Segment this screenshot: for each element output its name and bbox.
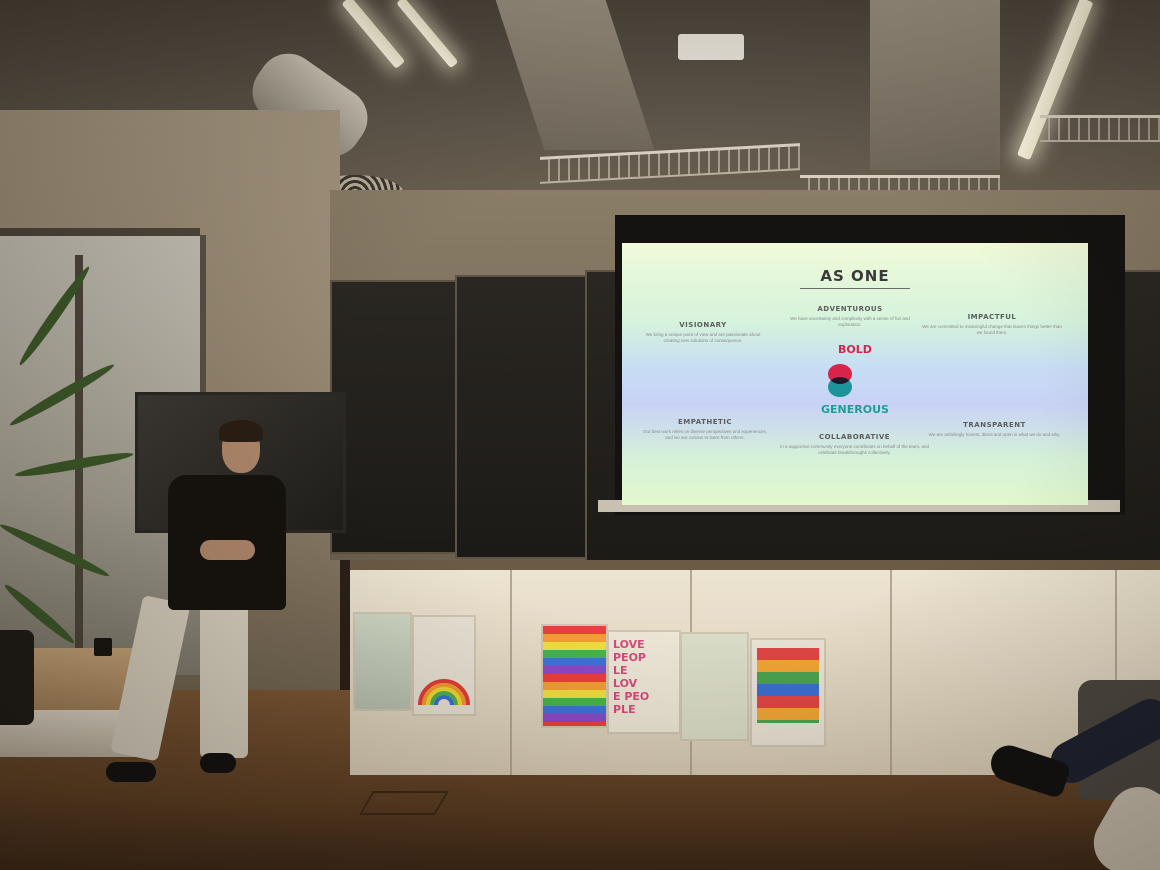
poster-line: PEOP [613, 651, 646, 664]
value-transparent: TRANSPARENT We are unfailingly honest, d… [927, 421, 1062, 438]
rainbow-icon [418, 679, 470, 706]
rainbow-stripes-poster [541, 624, 608, 728]
presenter-hands [200, 540, 255, 560]
venn-logo-bottom [828, 377, 852, 397]
projector [678, 34, 744, 60]
ceiling-beam [870, 0, 1000, 170]
cable-tray [1040, 115, 1160, 142]
love-people-poster: LOVE PEOP LE LOV E PEO PLE [607, 630, 681, 734]
value-heading: TRANSPARENT [963, 421, 1026, 429]
value-description: In a supportive community everyone contr… [779, 444, 930, 455]
value-adventurous: ADVENTUROUS We have uncertainty and comp… [780, 305, 920, 328]
presenter-shoe [200, 753, 236, 773]
poster [680, 632, 749, 741]
poster [750, 638, 826, 747]
slide-title: AS ONE [820, 267, 890, 285]
presenter-hair [219, 420, 263, 442]
coffee-mug [94, 638, 112, 656]
poster-line: LOVE [613, 638, 645, 651]
poster-line: LE [613, 664, 628, 677]
title-underline [800, 288, 910, 289]
poster [353, 612, 412, 711]
value-visionary: VISIONARY We bring a unique point of vie… [638, 321, 768, 344]
value-heading: VISIONARY [679, 321, 727, 329]
value-heading: EMPATHETIC [677, 418, 733, 426]
value-description: We have uncertainty and complexity with … [790, 316, 910, 327]
poster-line: E PEO [613, 690, 650, 703]
value-heading: ADVENTUROUS [817, 305, 883, 313]
presentation-slide: AS ONE VISIONARY We bring a unique point… [622, 243, 1088, 505]
stripes-graphic [757, 648, 819, 723]
floor-hatch [359, 791, 449, 815]
value-heading: COLLABORATIVE [818, 433, 891, 441]
bold-label: BOLD [838, 343, 872, 356]
value-empathetic: EMPATHETIC Our best work relies on diver… [640, 418, 770, 441]
window-frame [0, 228, 200, 236]
rainbow-poster [412, 615, 476, 716]
presenter-leg [200, 600, 248, 758]
value-collaborative: COLLABORATIVE In a supportive community … [772, 433, 937, 456]
value-description: We are committed to meaningful change th… [922, 324, 1062, 335]
generous-label: GENEROUS [821, 403, 889, 416]
value-description: Our best work relies on diverse perspect… [642, 429, 768, 440]
poster-line: LOV [613, 677, 638, 690]
dark-cabinet [455, 275, 589, 559]
meeting-room-photo: LOVE PEOP LE LOV E PEO PLE AS ONE VISION… [0, 0, 1160, 870]
presenter-shoe [106, 762, 156, 782]
value-heading: IMPACTFUL [967, 313, 1017, 321]
plant-pot [0, 630, 34, 725]
value-impactful: IMPACTFUL We are committed to meaningful… [922, 313, 1062, 336]
value-description: We are unfailingly honest, direct and op… [928, 432, 1061, 437]
love-people-text: LOVE PEOP LE LOV E PEO PLE [609, 632, 679, 722]
poster-line: PLE [613, 703, 636, 716]
cabinet-door-seam [510, 570, 512, 775]
cabinet-door-seam [890, 570, 892, 775]
dark-cabinet [330, 280, 459, 554]
